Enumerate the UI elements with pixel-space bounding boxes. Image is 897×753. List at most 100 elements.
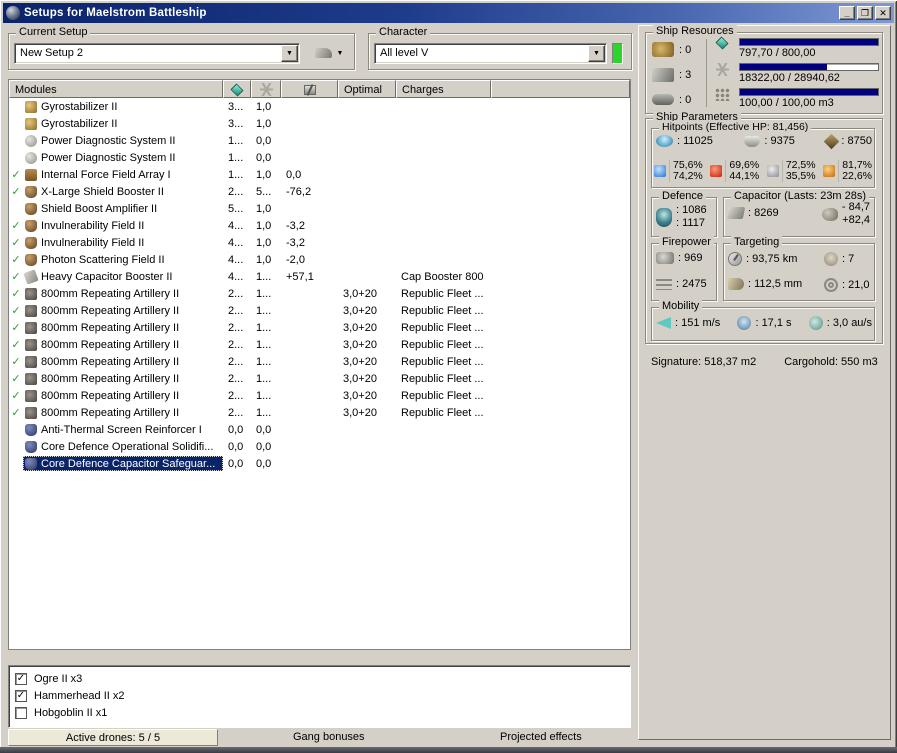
module-row[interactable]: ✓ Invulnerability Field II 4... 1,0 -3,2	[9, 217, 630, 234]
module-name: 800mm Repeating Artillery II	[41, 304, 180, 317]
module-name-cell[interactable]: 800mm Repeating Artillery II	[23, 286, 223, 301]
modules-rows: Gyrostabilizer II 3... 1,0 Gyrostabilize…	[9, 98, 630, 649]
module-row[interactable]: ✓ Photon Scattering Field II 4... 1,0 -2…	[9, 251, 630, 268]
setup-combobox-arrow-icon[interactable]: ▼	[281, 45, 298, 62]
module-powergrid-value: 1...	[256, 372, 272, 385]
setup-combobox[interactable]: New Setup 2 ▼	[14, 43, 300, 64]
module-cpu-value: 2...	[228, 304, 244, 317]
module-row[interactable]: ✓ Internal Force Field Array I 1... 1,0 …	[9, 166, 630, 183]
module-row[interactable]: Power Diagnostic System II 1... 0,0	[9, 132, 630, 149]
module-name-cell[interactable]: Core Defence Operational Solidifi...	[23, 439, 223, 454]
module-cpu-value: 4...	[228, 253, 244, 266]
column-header-charges[interactable]: Charges	[396, 80, 491, 98]
module-row[interactable]: Anti-Thermal Screen Reinforcer I 0,0 0,0	[9, 421, 630, 438]
close-button[interactable]: ✕	[875, 6, 891, 20]
module-row[interactable]: ✓ 800mm Repeating Artillery II 2... 1...…	[9, 370, 630, 387]
module-row[interactable]: Core Defence Capacitor Safeguar... 0,0 0…	[9, 455, 630, 472]
drone-item[interactable]: ✓ Ogre II x3	[13, 670, 630, 687]
module-name-cell[interactable]: 800mm Repeating Artillery II	[23, 388, 223, 403]
module-name-cell[interactable]: Invulnerability Field II	[23, 218, 223, 233]
module-row[interactable]: ✓ 800mm Repeating Artillery II 2... 1...…	[9, 336, 630, 353]
module-row[interactable]: ✓ 800mm Repeating Artillery II 2... 1...…	[9, 353, 630, 370]
module-name-cell[interactable]: 800mm Repeating Artillery II	[23, 354, 223, 369]
module-row[interactable]: Core Defence Operational Solidifi... 0,0…	[9, 438, 630, 455]
volley-value: : 2475	[676, 278, 707, 290]
module-capacitor-value: +57,1	[286, 270, 314, 283]
capacitor-delta-icon	[821, 207, 838, 221]
module-row[interactable]: ✓ 800mm Repeating Artillery II 2... 1...…	[9, 285, 630, 302]
minimize-button[interactable]: _	[839, 6, 855, 20]
module-name-cell[interactable]: Gyrostabilizer II	[23, 116, 223, 131]
module-cpu-value: 2...	[228, 355, 244, 368]
module-name: Anti-Thermal Screen Reinforcer I	[41, 423, 202, 436]
bars-column: 797,70 / 800,00 18322,00 / 28940,62 100,…	[710, 36, 880, 112]
gang-bonuses-button[interactable]: Gang bonuses	[293, 731, 365, 743]
module-cpu-value: 3...	[228, 100, 244, 113]
resource-bar-row: 18322,00 / 28940,62	[710, 62, 880, 87]
module-row[interactable]: ✓ 800mm Repeating Artillery II 2... 1...…	[9, 387, 630, 404]
titlebar[interactable]: Setups for Maelstrom Battleship _ ❐ ✕	[3, 3, 894, 23]
armor-hp-icon	[744, 135, 761, 147]
module-name-cell[interactable]: Internal Force Field Array I	[23, 167, 223, 182]
module-name-cell[interactable]: Heavy Capacitor Booster II	[23, 269, 223, 284]
capacitor-icon	[303, 84, 316, 95]
scan-resolution-icon	[728, 278, 744, 290]
drone-item[interactable]: ✓ Hammerhead II x2	[13, 687, 630, 704]
module-name-cell[interactable]: 800mm Repeating Artillery II	[23, 405, 223, 420]
module-row[interactable]: ✓ Heavy Capacitor Booster II 4... 1... +…	[9, 268, 630, 285]
module-name-cell[interactable]: Photon Scattering Field II	[23, 252, 223, 267]
character-label: Character	[376, 26, 431, 38]
drone-checkbox[interactable]: ✓	[15, 672, 27, 685]
module-row[interactable]: ✓ X-Large Shield Booster II 2... 5... -7…	[9, 183, 630, 200]
module-name-cell[interactable]: 800mm Repeating Artillery II	[23, 303, 223, 318]
column-header-empty	[491, 80, 630, 98]
module-row[interactable]: ✓ 800mm Repeating Artillery II 2... 1...…	[9, 319, 630, 336]
module-cpu-value: 2...	[228, 185, 244, 198]
shield-hp-icon	[656, 135, 673, 147]
module-name: 800mm Repeating Artillery II	[41, 355, 180, 368]
module-row[interactable]: Power Diagnostic System II 1... 0,0	[9, 149, 630, 166]
maximize-button[interactable]: ❐	[857, 6, 873, 20]
drone-checkbox[interactable]	[15, 706, 27, 719]
targeting-range-value: : 93,75 km	[746, 253, 798, 265]
module-name-cell[interactable]: Shield Boost Amplifier II	[23, 201, 223, 216]
column-header-cpu[interactable]	[223, 80, 251, 98]
projected-effects-button[interactable]: Projected effects	[500, 731, 582, 743]
module-row[interactable]: Gyrostabilizer II 3... 1,0	[9, 115, 630, 132]
resist-cell: 69,6% 44,1%	[710, 160, 759, 182]
module-name-cell[interactable]: Gyrostabilizer II	[23, 99, 223, 114]
module-row[interactable]: Gyrostabilizer II 3... 1,0	[9, 98, 630, 115]
module-cpu-value: 1...	[228, 151, 244, 164]
module-row[interactable]: ✓ 800mm Repeating Artillery II 2... 1...…	[9, 302, 630, 319]
module-powergrid-value: 1...	[256, 287, 272, 300]
module-name-cell[interactable]: Power Diagnostic System II	[23, 133, 223, 148]
character-combobox[interactable]: All level V ▼	[374, 43, 607, 64]
column-header-optimal[interactable]: Optimal	[338, 80, 396, 98]
module-row[interactable]: ✓ Invulnerability Field II 4... 1,0 -3,2	[9, 234, 630, 251]
drone-item[interactable]: Hobgoblin II x1	[13, 704, 630, 721]
slot-row: : 0	[648, 37, 704, 62]
ship-browser-button[interactable]: ▼	[306, 42, 352, 64]
module-name-cell[interactable]: Invulnerability Field II	[23, 235, 223, 250]
capacitor-amount-value: : 8269	[748, 207, 779, 219]
module-name-cell[interactable]: 800mm Repeating Artillery II	[23, 371, 223, 386]
module-name-cell[interactable]: Anti-Thermal Screen Reinforcer I	[23, 422, 223, 437]
module-name: Internal Force Field Array I	[41, 168, 171, 181]
module-name-cell[interactable]: 800mm Repeating Artillery II	[23, 320, 223, 335]
column-header-powergrid[interactable]	[251, 80, 281, 98]
module-powergrid-value: 1...	[256, 389, 272, 402]
module-row[interactable]: Shield Boost Amplifier II 5... 1,0	[9, 200, 630, 217]
module-optimal-value: 3,0+20	[343, 389, 377, 402]
module-optimal-value: 3,0+20	[343, 406, 377, 419]
module-row[interactable]: ✓ 800mm Repeating Artillery II 2... 1...…	[9, 404, 630, 421]
module-name-cell[interactable]: 800mm Repeating Artillery II	[23, 337, 223, 352]
character-combobox-arrow-icon[interactable]: ▼	[588, 45, 605, 62]
module-name-cell[interactable]: X-Large Shield Booster II	[23, 184, 223, 199]
column-header-capacitor[interactable]	[281, 80, 338, 98]
capacitor-recharge-value: +82,4	[842, 214, 870, 226]
module-name-cell[interactable]: Power Diagnostic System II	[23, 150, 223, 165]
module-name-cell[interactable]: Core Defence Capacitor Safeguar...	[23, 456, 223, 471]
module-cpu-value: 2...	[228, 287, 244, 300]
column-header-modules[interactable]: Modules	[9, 80, 223, 98]
drone-checkbox[interactable]: ✓	[15, 689, 27, 702]
